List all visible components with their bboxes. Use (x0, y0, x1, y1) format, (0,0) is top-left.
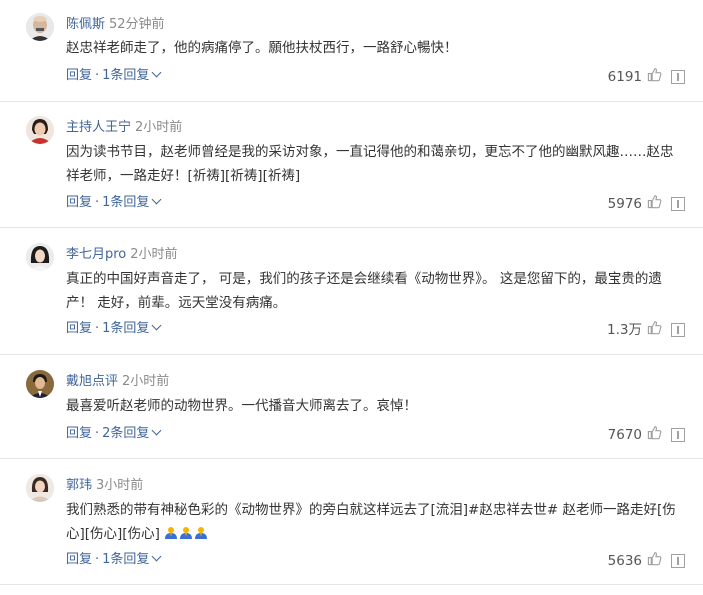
separator-dot: · (95, 426, 100, 441)
praying-emoji-icon (164, 524, 178, 539)
comment-time: 52分钟前 (109, 17, 165, 32)
comment-text: 真正的中国好声音走了， 可是，我们的孩子还是会继续看《动物世界》。 这是您留下的… (66, 271, 662, 311)
separator-dot: · (95, 552, 100, 567)
chevron-down-icon (151, 67, 162, 78)
avatar[interactable] (26, 370, 54, 398)
comment-actions: 回复 · 1条回复 (66, 194, 162, 212)
comment-item: 主持人王宁 2小时前 因为读书节目，赵老师曾经是我的采访对象，一直记得他的和蔼亲切… (0, 101, 703, 228)
report-icon[interactable] (671, 323, 685, 337)
emoji-group (160, 526, 209, 542)
praying-emoji-icon (179, 524, 193, 539)
comment-time: 3小时前 (96, 478, 144, 493)
author-name[interactable]: 郭玮 (66, 478, 92, 493)
comment-actions: 回复 · 1条回复 (66, 320, 162, 338)
comment-text: 因为读书节目，赵老师曾经是我的采访对象，一直记得他的和蔼亲切，更忘不了他的幽默风… (66, 144, 674, 184)
view-replies-button[interactable]: 1条回复 (102, 320, 162, 336)
avatar[interactable] (26, 243, 54, 271)
separator-dot: · (95, 321, 100, 336)
comment-meta: 陈佩斯 52分钟前 (66, 16, 165, 34)
thumbs-up-icon[interactable] (647, 551, 662, 571)
comment-meta: 主持人王宁 2小时前 (66, 119, 182, 137)
chevron-down-icon (151, 551, 162, 562)
reply-button[interactable]: 回复 (66, 552, 92, 567)
comment-item: 陈佩斯 52分钟前 赵忠祥老師走了，他的病痛停了。願他扶杖西行，一路舒心暢快！ 回… (0, 0, 703, 102)
comment-actions: 回复 · 1条回复 (66, 67, 162, 85)
thumbs-up-icon[interactable] (647, 194, 662, 214)
report-icon[interactable] (671, 428, 685, 442)
view-replies-button[interactable]: 1条回复 (102, 551, 162, 567)
comment-time: 2小时前 (122, 374, 170, 389)
report-icon[interactable] (671, 197, 685, 211)
comment-stats: 5636 (608, 551, 685, 571)
like-count: 1.3万 (607, 322, 642, 338)
report-icon[interactable] (671, 554, 685, 568)
thumbs-up-icon[interactable] (647, 67, 662, 87)
view-replies-button[interactable]: 1条回复 (102, 194, 162, 210)
comment-stats: 7670 (608, 425, 685, 445)
replies-count: 1条回复 (102, 68, 150, 83)
replies-count: 1条回复 (102, 552, 150, 567)
avatar[interactable] (26, 474, 54, 502)
report-icon[interactable] (671, 70, 685, 84)
replies-count: 2条回复 (102, 426, 150, 441)
replies-count: 1条回复 (102, 195, 150, 210)
separator-dot: · (95, 68, 100, 83)
author-name[interactable]: 主持人王宁 (66, 120, 131, 135)
comment-stats: 5976 (608, 194, 685, 214)
comment-item: 郭玮 3小时前 我们熟悉的带有神秘色彩的《动物世界》的旁白就这样远去了[流泪]#赵… (0, 458, 703, 585)
reply-button[interactable]: 回复 (66, 195, 92, 210)
comment-stats: 6191 (608, 67, 685, 87)
chevron-down-icon (151, 425, 162, 436)
chevron-down-icon (151, 320, 162, 331)
reply-button[interactable]: 回复 (66, 68, 92, 83)
comment-meta: 郭玮 3小时前 (66, 477, 143, 495)
like-count: 5636 (607, 553, 642, 569)
thumbs-up-icon[interactable] (647, 425, 662, 445)
comment-meta: 戴旭点评 2小时前 (66, 373, 169, 391)
chevron-down-icon (151, 194, 162, 205)
comment-time: 2小时前 (130, 247, 178, 262)
comment-meta: 李七月pro 2小时前 (66, 246, 178, 264)
praying-emoji-icon (194, 524, 208, 539)
view-replies-button[interactable]: 2条回复 (102, 425, 162, 441)
avatar[interactable] (26, 116, 54, 144)
avatar[interactable] (26, 13, 54, 41)
reply-button[interactable]: 回复 (66, 321, 92, 336)
comment-text-content: 我们熟悉的带有神秘色彩的《动物世界》的旁白就这样远去了[流泪]#赵忠祥去世# 赵… (66, 502, 676, 542)
comment-time: 2小时前 (135, 120, 183, 135)
view-replies-button[interactable]: 1条回复 (102, 67, 162, 83)
comment-actions: 回复 · 1条回复 (66, 551, 162, 569)
reply-button[interactable]: 回复 (66, 426, 92, 441)
comment-text: 最喜爱听赵老师的动物世界。一代播音大师离去了。哀悼！ (66, 398, 417, 414)
comment-stats: 1.3万 (607, 320, 685, 340)
comment-item: 李七月pro 2小时前 真正的中国好声音走了， 可是，我们的孩子还是会继续看《动物… (0, 227, 703, 355)
like-count: 6191 (607, 69, 642, 85)
author-name[interactable]: 陈佩斯 (66, 17, 105, 32)
comment-text: 我们熟悉的带有神秘色彩的《动物世界》的旁白就这样远去了[流泪]#赵忠祥去世# 赵… (66, 498, 686, 546)
like-count: 5976 (607, 196, 642, 212)
comment-item: 戴旭点评 2小时前 最喜爱听赵老师的动物世界。一代播音大师离去了。哀悼！ 回复 · 2… (0, 354, 703, 459)
author-name[interactable]: 戴旭点评 (66, 374, 118, 389)
comment-feed: 陈佩斯 52分钟前 赵忠祥老師走了，他的病痛停了。願他扶杖西行，一路舒心暢快！ 回… (0, 0, 703, 595)
separator-dot: · (95, 195, 100, 210)
like-count: 7670 (607, 427, 642, 443)
comment-actions: 回复 · 2条回复 (66, 425, 162, 443)
replies-count: 1条回复 (102, 321, 150, 336)
thumbs-up-icon[interactable] (647, 320, 662, 340)
comment-text: 赵忠祥老師走了，他的病痛停了。願他扶杖西行，一路舒心暢快！ (66, 40, 458, 56)
author-name[interactable]: 李七月pro (66, 247, 126, 262)
